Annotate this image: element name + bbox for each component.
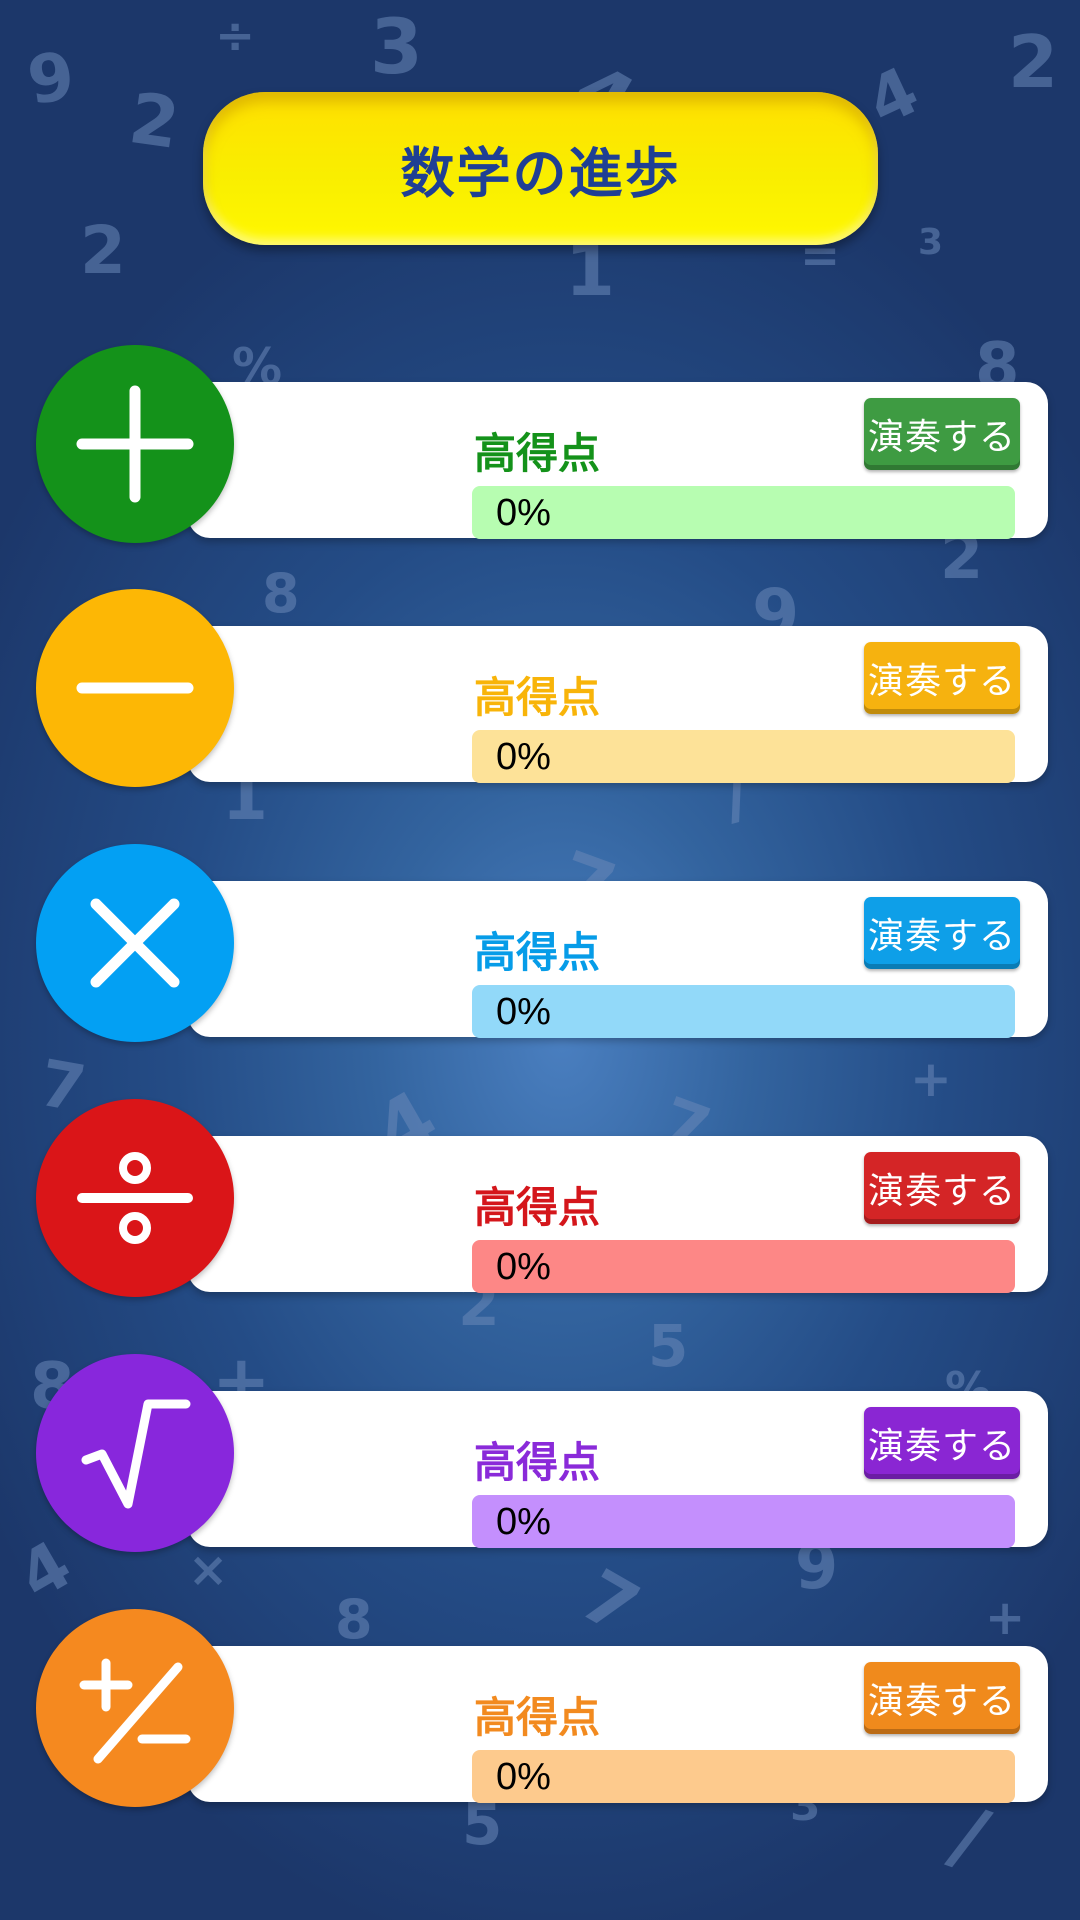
operation-row: 高得点 0% 演奏する <box>0 842 1080 1042</box>
operation-row: 高得点 0% 演奏する <box>0 1097 1080 1297</box>
operation-row: 高得点 0% 演奏する <box>0 1607 1080 1807</box>
plus-icon <box>36 345 234 543</box>
divide-icon <box>36 1099 234 1297</box>
progress-value: 0% <box>496 492 551 534</box>
operation-row: 高得点 0% 演奏する <box>0 343 1080 543</box>
square-root-icon <box>36 1354 234 1552</box>
progress-value: 0% <box>496 991 551 1033</box>
play-button[interactable]: 演奏する <box>864 398 1020 470</box>
high-score-label: 高得点 <box>474 1183 601 1232</box>
score-progress-bar: 0% <box>472 486 1015 539</box>
score-progress-bar: 0% <box>472 985 1015 1038</box>
progress-value: 0% <box>496 736 551 778</box>
plus-minus-icon <box>36 1609 234 1807</box>
score-progress-bar: 0% <box>472 1495 1015 1548</box>
high-score-label: 高得点 <box>474 673 601 722</box>
score-progress-bar: 0% <box>472 730 1015 783</box>
progress-value: 0% <box>496 1246 551 1288</box>
page-title: 数学の進歩 <box>400 142 681 205</box>
progress-value: 0% <box>496 1756 551 1798</box>
play-button[interactable]: 演奏する <box>864 897 1020 969</box>
score-progress-bar: 0% <box>472 1750 1015 1803</box>
progress-value: 0% <box>496 1501 551 1543</box>
operation-row: 高得点 0% 演奏する <box>0 587 1080 787</box>
high-score-label: 高得点 <box>474 429 601 478</box>
title-banner: 数学の進歩 <box>203 92 878 245</box>
multiply-icon <box>36 844 234 1042</box>
high-score-label: 高得点 <box>474 1438 601 1487</box>
operation-row: 高得点 0% 演奏する <box>0 1352 1080 1552</box>
play-button[interactable]: 演奏する <box>864 1662 1020 1734</box>
high-score-label: 高得点 <box>474 928 601 977</box>
play-button[interactable]: 演奏する <box>864 642 1020 714</box>
minus-icon <box>36 589 234 787</box>
score-progress-bar: 0% <box>472 1240 1015 1293</box>
play-button[interactable]: 演奏する <box>864 1152 1020 1224</box>
high-score-label: 高得点 <box>474 1693 601 1742</box>
play-button[interactable]: 演奏する <box>864 1407 1020 1479</box>
